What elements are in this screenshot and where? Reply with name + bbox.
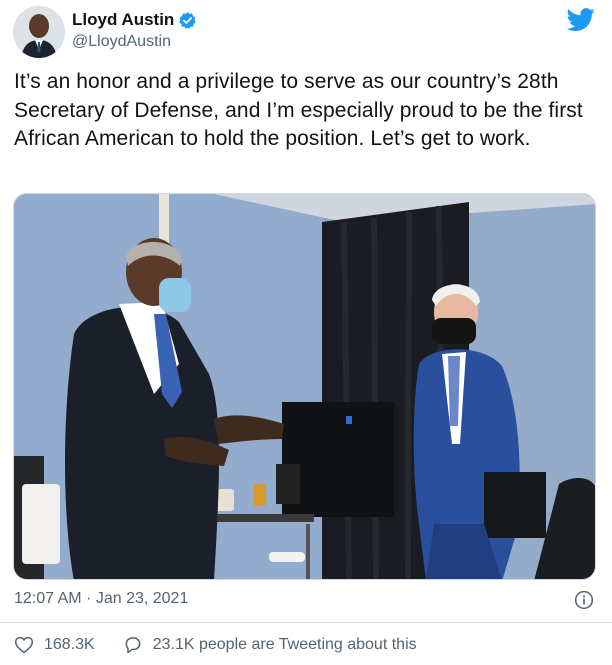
- reply-bubble-icon: [125, 637, 141, 654]
- tweet-card: Lloyd Austin @LloydAustin It’s an honor …: [0, 0, 612, 665]
- tweeting-count: 23.1K people are Tweeting about this: [152, 636, 417, 653]
- like-count: 168.3K: [44, 636, 95, 653]
- tweet-timestamp[interactable]: 12:07 AM · Jan 23, 2021: [14, 590, 188, 608]
- author-block: Lloyd Austin @LloydAustin: [72, 9, 197, 51]
- info-icon[interactable]: [574, 590, 594, 610]
- author-handle[interactable]: @LloydAustin: [72, 33, 197, 51]
- author-name[interactable]: Lloyd Austin: [72, 10, 174, 30]
- like-button[interactable]: 168.3K: [14, 635, 123, 655]
- divider: [0, 622, 612, 623]
- twitter-bird-icon[interactable]: [566, 8, 596, 32]
- verified-badge-icon: [178, 11, 197, 30]
- tweet-photo[interactable]: [13, 193, 596, 580]
- tweet-actions: 168.3K 23.1K people are Tweeting about t…: [14, 635, 417, 655]
- avatar[interactable]: [13, 6, 65, 58]
- tweet-text: It’s an honor and a privilege to serve a…: [14, 70, 583, 150]
- heart-icon: [14, 636, 34, 654]
- tweeting-link[interactable]: 23.1K people are Tweeting about this: [123, 635, 417, 655]
